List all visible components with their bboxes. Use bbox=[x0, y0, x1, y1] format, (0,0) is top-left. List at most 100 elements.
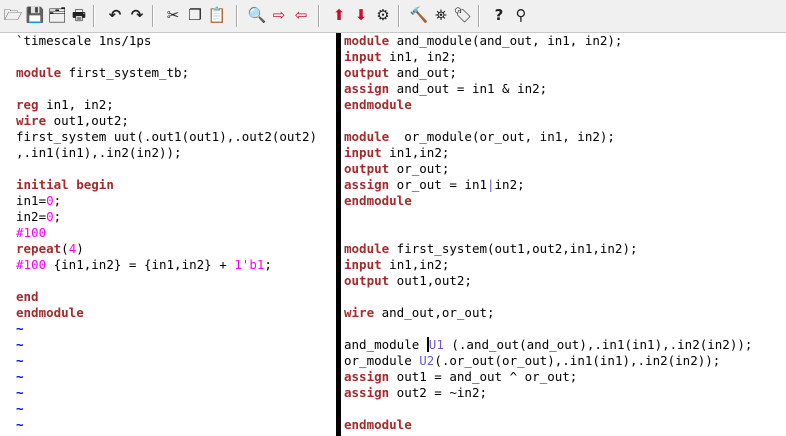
empty-line-tilde[interactable]: ~ bbox=[16, 353, 24, 369]
code-line[interactable]: module and_module(and_out, in1, in2); bbox=[344, 33, 622, 49]
code-line[interactable]: and_module U1 (.and_out(and_out),.in1(in… bbox=[344, 337, 752, 353]
save-all-icon[interactable]: 🗂 bbox=[46, 4, 68, 26]
find-next-icon[interactable]: ⇨ bbox=[268, 4, 290, 26]
code-token: module bbox=[16, 65, 62, 80]
empty-line-tilde[interactable]: ~ bbox=[16, 401, 24, 417]
code-token: #100 bbox=[16, 257, 47, 272]
load-session-icon[interactable]: ⬆ bbox=[328, 4, 350, 26]
code-token: 1 bbox=[436, 337, 444, 352]
redo-icon[interactable]: ↷ bbox=[126, 4, 148, 26]
vertical-split-divider[interactable] bbox=[336, 33, 341, 436]
code-line[interactable]: output and_out; bbox=[344, 65, 457, 81]
code-token: out1 = and_out ^ or_out; bbox=[389, 369, 578, 384]
save-icon[interactable]: 💾 bbox=[24, 4, 46, 26]
undo-icon[interactable]: ↶ bbox=[104, 4, 126, 26]
code-token: or_module bbox=[344, 353, 420, 368]
code-token: repeat bbox=[16, 241, 62, 256]
code-token: | bbox=[487, 177, 495, 192]
code-line[interactable]: assign out1 = and_out ^ or_out; bbox=[344, 369, 577, 385]
code-token: in2= bbox=[16, 209, 47, 224]
code-line[interactable]: input in1,in2; bbox=[344, 145, 449, 161]
code-line[interactable]: output or_out; bbox=[344, 161, 449, 177]
code-token: (.and_out(and_out),.in1(in1),.in2(in2)); bbox=[443, 337, 753, 352]
code-line[interactable]: reg in1, in2; bbox=[16, 97, 114, 113]
find-icon[interactable]: 🔍 bbox=[246, 4, 268, 26]
toolbar: 🗁 💾 🗂 🖶 ↶ ↷ ✂ ❐ 📋 🔍 ⇨ ⇦ ⬆ ⬇ ⚙ 🔨 ⛯ 🏷? ⚲ bbox=[0, 0, 786, 33]
print-icon[interactable]: 🖶 bbox=[68, 4, 90, 26]
run-script-icon[interactable]: ⚙ bbox=[372, 4, 394, 26]
jump-to-tag-icon[interactable]: 🏷 bbox=[452, 4, 474, 26]
code-line[interactable]: endmodule bbox=[344, 193, 412, 209]
code-line[interactable]: input in1,in2; bbox=[344, 257, 449, 273]
code-token: U2 bbox=[419, 353, 435, 368]
code-line[interactable]: endmodule bbox=[16, 305, 84, 321]
code-token: ; bbox=[53, 209, 62, 224]
code-line[interactable]: wire and_out,or_out; bbox=[344, 305, 495, 321]
empty-line-tilde[interactable]: ~ bbox=[16, 321, 24, 337]
empty-line-tilde[interactable]: ~ bbox=[16, 385, 24, 401]
code-line[interactable]: end bbox=[16, 289, 39, 305]
editor-right-pane[interactable]: module and_module(and_out, in1, in2); inp… bbox=[342, 33, 786, 436]
code-token: out1,out2; bbox=[389, 273, 472, 288]
code-token: initial bbox=[16, 177, 69, 192]
code-token: or_out = in1 bbox=[389, 177, 487, 192]
code-line[interactable]: assign and_out = in1 & in2; bbox=[344, 81, 547, 97]
empty-line-tilde[interactable]: ~ bbox=[16, 369, 24, 385]
code-token: end bbox=[16, 289, 39, 304]
help-icon[interactable]: ? bbox=[488, 4, 510, 26]
code-token: endmodule bbox=[344, 417, 412, 432]
find-help-icon[interactable]: ⚲ bbox=[510, 4, 532, 26]
code-token: assign bbox=[344, 385, 390, 400]
code-line[interactable]: module first_system(out1,out2,in1,in2); bbox=[344, 241, 638, 257]
code-token: assign bbox=[344, 81, 390, 96]
code-line[interactable]: endmodule bbox=[344, 417, 412, 433]
code-line[interactable]: assign or_out = in1|in2; bbox=[344, 177, 525, 193]
code-line[interactable]: wire out1,out2; bbox=[16, 113, 129, 129]
code-token: out1,out2; bbox=[46, 113, 129, 128]
empty-line-tilde[interactable]: ~ bbox=[16, 417, 24, 433]
empty-line-tilde[interactable]: ~ bbox=[16, 337, 24, 353]
code-token: ~ bbox=[16, 369, 24, 384]
code-line[interactable]: module first_system_tb; bbox=[16, 65, 189, 81]
code-token: or_module(or_out, in1, in2); bbox=[389, 129, 615, 144]
code-line[interactable]: ,.in1(in1),.in2(in2)); bbox=[16, 145, 182, 161]
open-folder-icon[interactable]: 🗁 bbox=[2, 4, 24, 26]
code-token: in1= bbox=[16, 193, 47, 208]
code-token: endmodule bbox=[344, 97, 412, 112]
cut-icon[interactable]: ✂ bbox=[162, 4, 184, 26]
make-icon[interactable]: 🔨 bbox=[408, 4, 430, 26]
find-previous-icon[interactable]: ⇦ bbox=[290, 4, 312, 26]
code-token: 0 bbox=[46, 209, 54, 224]
code-line[interactable]: first_system uut(.out1(out1),.out2(out2) bbox=[16, 129, 317, 145]
code-token: ) bbox=[76, 241, 84, 256]
save-session-icon[interactable]: ⬇ bbox=[350, 4, 372, 26]
code-token: and_module(and_out, in1, in2); bbox=[389, 33, 623, 48]
copy-icon[interactable]: ❐ bbox=[184, 4, 206, 26]
code-line[interactable]: assign out2 = ~in2; bbox=[344, 385, 487, 401]
code-line[interactable]: module or_module(or_out, in1, in2); bbox=[344, 129, 615, 145]
code-token: module bbox=[344, 129, 390, 144]
code-line[interactable]: endmodule bbox=[344, 97, 412, 113]
code-token: and_out,or_out; bbox=[374, 305, 495, 320]
editor-left-pane[interactable]: `timescale 1ns/1ps module first_system_tb… bbox=[0, 33, 335, 436]
code-line[interactable]: in2=0; bbox=[16, 209, 61, 225]
code-token: ~ bbox=[16, 337, 24, 352]
code-token: or_out; bbox=[389, 161, 450, 176]
code-token: assign bbox=[344, 369, 390, 384]
code-token: module bbox=[344, 33, 390, 48]
code-line[interactable]: or_module U2(.or_out(or_out),.in1(in1),.… bbox=[344, 353, 720, 369]
ctags-icon[interactable]: ⛯ bbox=[430, 4, 452, 26]
code-line[interactable]: repeat(4) bbox=[16, 241, 84, 257]
code-line[interactable]: output out1,out2; bbox=[344, 273, 472, 289]
code-line[interactable]: initial begin bbox=[16, 177, 114, 193]
code-token: and_out; bbox=[389, 65, 457, 80]
code-line[interactable]: #100 {in1,in2} = {in1,in2} + 1'b1; bbox=[16, 257, 272, 273]
code-line[interactable]: `timescale 1ns/1ps bbox=[16, 33, 151, 49]
code-line[interactable]: #100 bbox=[16, 225, 46, 241]
code-token: first_system_tb; bbox=[61, 65, 190, 80]
toolbar-separator bbox=[318, 5, 320, 27]
code-line[interactable]: input in1, in2; bbox=[344, 49, 457, 65]
code-token: 0 bbox=[46, 193, 54, 208]
paste-icon[interactable]: 📋 bbox=[206, 4, 228, 26]
code-line[interactable]: in1=0; bbox=[16, 193, 61, 209]
